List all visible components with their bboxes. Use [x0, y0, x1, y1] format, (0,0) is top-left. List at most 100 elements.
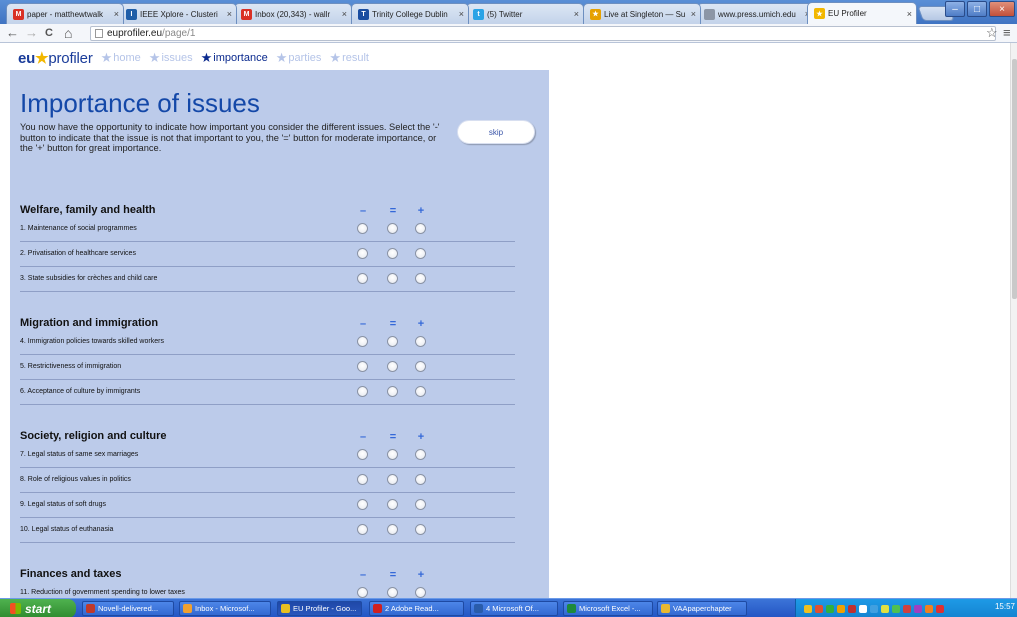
- importance-radio-plus[interactable]: [415, 474, 426, 485]
- importance-radio-minus[interactable]: [357, 336, 368, 347]
- close-window-button[interactable]: ×: [989, 1, 1015, 17]
- nav-item-parties[interactable]: ★ parties: [276, 50, 322, 66]
- importance-radio-plus[interactable]: [415, 361, 426, 372]
- euprofiler-logo[interactable]: eu★profiler: [18, 49, 93, 67]
- importance-radio-minus[interactable]: [357, 273, 368, 284]
- issue-divider: [20, 291, 515, 292]
- importance-radio-plus[interactable]: [415, 587, 426, 598]
- importance-radio-minus[interactable]: [357, 524, 368, 535]
- nav-item-importance[interactable]: ★ importance: [201, 50, 268, 66]
- browser-tab[interactable]: M Inbox (20,343) - wallr ×: [234, 3, 352, 24]
- tray-icon[interactable]: [881, 604, 889, 613]
- tab-close-icon[interactable]: ×: [459, 9, 464, 19]
- home-button[interactable]: ⌂: [64, 25, 72, 41]
- tab-close-icon[interactable]: ×: [574, 9, 579, 19]
- nav-item-label: parties: [288, 52, 322, 64]
- taskbar-item[interactable]: EU Profiler - Goo...: [277, 601, 362, 616]
- taskbar-item[interactable]: Inbox - Microsof...: [179, 601, 271, 616]
- nav-item-label: issues: [161, 52, 193, 64]
- importance-radio-equal[interactable]: [387, 499, 398, 510]
- importance-radio-minus[interactable]: [357, 248, 368, 259]
- reload-button[interactable]: C: [45, 25, 53, 41]
- tab-close-icon[interactable]: ×: [227, 9, 232, 19]
- importance-radio-plus[interactable]: [415, 248, 426, 259]
- tray-icon[interactable]: [859, 604, 867, 613]
- chrome-menu-icon[interactable]: ≡: [1003, 25, 1011, 41]
- maximize-window-button[interactable]: □: [967, 1, 987, 17]
- importance-radio-equal[interactable]: [387, 449, 398, 460]
- importance-radio-minus[interactable]: [357, 223, 368, 234]
- importance-radio-equal[interactable]: [387, 386, 398, 397]
- importance-radio-plus[interactable]: [415, 336, 426, 347]
- importance-radio-equal[interactable]: [387, 361, 398, 372]
- importance-radio-minus[interactable]: [357, 474, 368, 485]
- tray-icon[interactable]: [848, 604, 856, 613]
- tab-close-icon[interactable]: ×: [342, 9, 347, 19]
- tray-icon[interactable]: [914, 604, 922, 613]
- importance-radio-equal[interactable]: [387, 474, 398, 485]
- importance-radio-minus[interactable]: [357, 361, 368, 372]
- tab-close-icon[interactable]: ×: [691, 9, 696, 19]
- tab-close-icon[interactable]: ×: [114, 9, 119, 19]
- nav-item-result[interactable]: ★ result: [329, 50, 369, 66]
- browser-tab[interactable]: T Trinity College Dublin ×: [351, 3, 469, 24]
- importance-radio-minus[interactable]: [357, 499, 368, 510]
- importance-radio-equal[interactable]: [387, 587, 398, 598]
- importance-radio-equal[interactable]: [387, 336, 398, 347]
- tray-icon[interactable]: [925, 604, 933, 613]
- tray-icon[interactable]: [870, 604, 878, 613]
- back-button[interactable]: ←: [6, 25, 19, 41]
- importance-radio-minus[interactable]: [357, 386, 368, 397]
- address-bar[interactable]: euprofiler.eu/page/1: [90, 26, 996, 41]
- importance-radio-minus[interactable]: [357, 449, 368, 460]
- scrollbar-thumb[interactable]: [1012, 59, 1017, 299]
- start-button[interactable]: start: [0, 599, 76, 617]
- scale-header-plus: +: [417, 569, 425, 581]
- tray-icon[interactable]: [804, 604, 812, 613]
- taskbar-item[interactable]: 2 Adobe Read...: [369, 601, 464, 616]
- tray-icon[interactable]: [815, 604, 823, 613]
- skip-button[interactable]: skip: [457, 120, 535, 144]
- browser-tab[interactable]: ★ Live at Singleton — Su ×: [583, 3, 701, 24]
- questionnaire-panel: Importance of issues You now have the op…: [10, 70, 549, 598]
- tab-close-icon[interactable]: ×: [907, 9, 912, 19]
- importance-radio-equal[interactable]: [387, 248, 398, 259]
- site-navigation: eu★profiler ★ home ★ issues ★ importance ★ part…: [18, 49, 369, 67]
- taskbar-item[interactable]: 4 Microsoft Of...: [470, 601, 558, 616]
- browser-tab[interactable]: I IEEE Xplore - Clusteri ×: [119, 3, 237, 24]
- taskbar-item[interactable]: VAApaperchapter: [657, 601, 747, 616]
- browser-tab[interactable]: t (5) Twitter ×: [466, 3, 584, 24]
- tray-icon[interactable]: [837, 604, 845, 613]
- importance-radio-plus[interactable]: [415, 449, 426, 460]
- tray-icon[interactable]: [826, 604, 834, 613]
- issue-label: 4. Immigration policies towards skilled …: [20, 338, 164, 345]
- intro-text: You now have the opportunity to indicate…: [20, 122, 440, 153]
- nav-star-icon: ★: [275, 50, 288, 65]
- minimize-window-button[interactable]: –: [945, 1, 965, 17]
- tray-icon[interactable]: [903, 604, 911, 613]
- tray-icon[interactable]: [936, 604, 944, 613]
- importance-radio-plus[interactable]: [415, 499, 426, 510]
- importance-radio-equal[interactable]: [387, 223, 398, 234]
- browser-tab[interactable]: ★ EU Profiler ×: [807, 2, 917, 24]
- bookmark-star-icon[interactable]: ☆: [986, 25, 998, 41]
- importance-radio-plus[interactable]: [415, 386, 426, 397]
- importance-radio-equal[interactable]: [387, 273, 398, 284]
- tray-icon[interactable]: [892, 604, 900, 613]
- importance-radio-equal[interactable]: [387, 524, 398, 535]
- nav-item-home[interactable]: ★ home: [101, 50, 141, 66]
- issue-divider: [20, 542, 515, 543]
- taskbar-item[interactable]: Microsoft Excel -...: [563, 601, 653, 616]
- browser-tab[interactable]: Mpaper - matthewtwalk ×: [6, 3, 124, 24]
- importance-radio-minus[interactable]: [357, 587, 368, 598]
- nav-item-issues[interactable]: ★ issues: [149, 50, 193, 66]
- importance-radio-plus[interactable]: [415, 524, 426, 535]
- app-icon: [661, 604, 670, 613]
- forward-button[interactable]: →: [25, 25, 38, 41]
- vertical-scrollbar[interactable]: [1010, 43, 1017, 598]
- importance-radio-plus[interactable]: [415, 273, 426, 284]
- app-icon: [567, 604, 576, 613]
- importance-radio-plus[interactable]: [415, 223, 426, 234]
- taskbar-item[interactable]: Novell-delivered...: [82, 601, 174, 616]
- browser-tab[interactable]: www.press.umich.edu×: [697, 3, 815, 24]
